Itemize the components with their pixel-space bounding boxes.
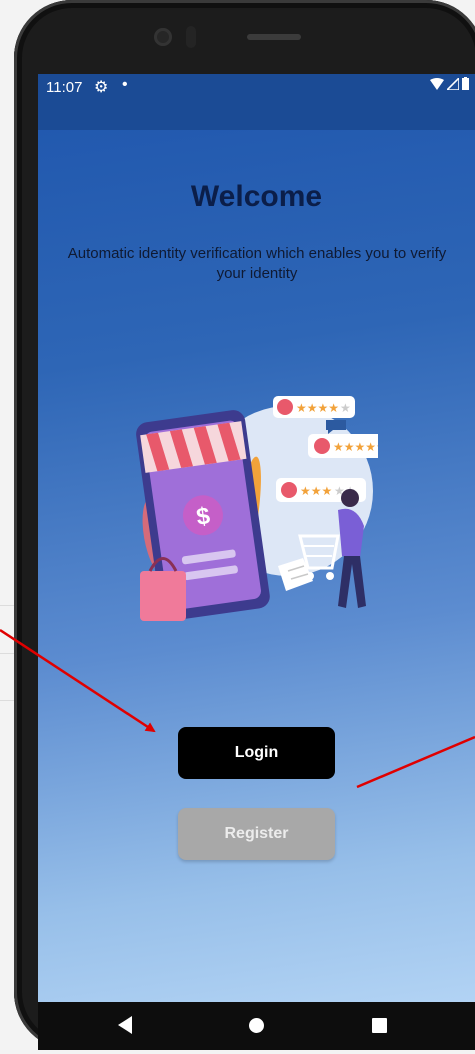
screenshot-canvas: 11:07 ⚙ • Welcome Automatic identity ver… <box>0 0 475 1054</box>
svg-text:★★★: ★★★ <box>300 484 332 498</box>
recents-square-icon[interactable] <box>372 1018 387 1033</box>
system-nav-bar <box>38 1002 475 1050</box>
status-icons <box>430 77 469 90</box>
shopping-review-illustration: $ ★★★★ ★ ★★★★★ ★★★ ★★ <box>136 396 378 621</box>
battery-icon <box>462 77 469 90</box>
status-time: 11:07 <box>46 79 83 96</box>
register-button[interactable]: Register <box>178 808 335 860</box>
svg-text:★: ★ <box>340 401 351 415</box>
notification-dot: • <box>122 76 128 93</box>
gear-icon: ⚙ <box>94 79 109 96</box>
status-bar: 11:07 ⚙ • <box>38 74 475 130</box>
page-subtitle: Automatic identity verification which en… <box>67 245 447 282</box>
back-triangle-icon[interactable] <box>118 1016 132 1034</box>
proximity-sensor <box>186 26 196 48</box>
svg-text:★★★★★: ★★★★★ <box>333 440 378 454</box>
svg-text:★★★★: ★★★★ <box>296 401 339 415</box>
wifi-icon <box>430 77 444 90</box>
login-button[interactable]: Login <box>178 727 335 779</box>
home-circle-icon[interactable] <box>249 1018 264 1033</box>
signal-icon <box>447 77 459 90</box>
page-title: Welcome <box>190 180 323 213</box>
app-screen: 11:07 ⚙ • Welcome Automatic identity ver… <box>38 74 475 1002</box>
front-camera-icon <box>154 28 172 46</box>
earpiece-speaker <box>247 34 301 40</box>
